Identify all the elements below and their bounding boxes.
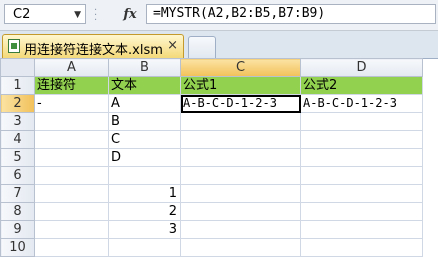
formula-bar: C2 ▼ · · · fx =MYSTR(A2,B2:B5,B7:B9) [0,0,438,31]
cell-d3[interactable] [300,112,423,131]
cell-a2[interactable]: - [34,94,109,113]
cell-a10[interactable] [34,238,109,257]
row-header[interactable]: 10 [0,238,35,257]
cell-d7[interactable] [300,184,423,203]
cell-c5[interactable] [180,148,301,167]
workbook-tab-bar: 用连接符连接文本.xlsm × [0,31,438,59]
column-header-b[interactable]: B [108,58,181,77]
new-tab-button[interactable] [188,36,216,58]
cell-b2[interactable]: A [108,94,181,113]
insert-function-button[interactable]: fx [118,5,142,25]
cell-c6[interactable] [180,166,301,185]
cell-a4[interactable] [34,130,109,149]
cell-a6[interactable] [34,166,109,185]
cell-a5[interactable] [34,148,109,167]
cell-d2[interactable]: A-B-C-D-1-2-3 [300,94,423,113]
cell-c9[interactable] [180,220,301,239]
spreadsheet-grid: A B C D 1 连接符 文本 公式1 公式2 2 - A A-B-C-D-1… [0,58,423,257]
column-header-a[interactable]: A [34,58,109,77]
row-header[interactable]: 3 [0,112,35,131]
name-box-value: C2 [13,7,31,22]
cell-a9[interactable] [34,220,109,239]
cell-d10[interactable] [300,238,423,257]
cell-b9[interactable]: 3 [108,220,181,239]
row-header[interactable]: 2 [0,94,35,113]
column-header-d[interactable]: D [300,58,423,77]
row-header[interactable]: 1 [0,76,35,95]
cell-d9[interactable] [300,220,423,239]
cell-b1[interactable]: 文本 [108,76,181,95]
row-header[interactable]: 5 [0,148,35,167]
cell-b8[interactable]: 2 [108,202,181,221]
cell-a1[interactable]: 连接符 [34,76,109,95]
name-box[interactable]: C2 ▼ [4,4,86,24]
column-header-c[interactable]: C [180,58,301,77]
cell-c3[interactable] [180,112,301,131]
cell-a7[interactable] [34,184,109,203]
excel-file-icon [8,39,20,53]
cell-b10[interactable] [108,238,181,257]
cell-d1[interactable]: 公式2 [300,76,423,95]
cell-a3[interactable] [34,112,109,131]
cell-c8[interactable] [180,202,301,221]
cell-b4[interactable]: C [108,130,181,149]
cell-b3[interactable]: B [108,112,181,131]
cell-c10[interactable] [180,238,301,257]
cell-b7[interactable]: 1 [108,184,181,203]
row-header[interactable]: 8 [0,202,35,221]
row-header[interactable]: 4 [0,130,35,149]
formula-input[interactable]: =MYSTR(A2,B2:B5,B7:B9) [146,4,436,24]
close-icon[interactable]: × [167,38,178,53]
cell-c4[interactable] [180,130,301,149]
row-header[interactable]: 7 [0,184,35,203]
cell-a8[interactable] [34,202,109,221]
workbook-tab-label: 用连接符连接文本.xlsm [24,43,163,58]
row-header[interactable]: 6 [0,166,35,185]
workbook-tab[interactable]: 用连接符连接文本.xlsm × [2,34,184,58]
cell-d4[interactable] [300,130,423,149]
cell-c1[interactable]: 公式1 [180,76,301,95]
chevron-down-icon[interactable]: ▼ [74,5,81,25]
row-header[interactable]: 9 [0,220,35,239]
cell-d8[interactable] [300,202,423,221]
cell-d6[interactable] [300,166,423,185]
grip-handle-icon[interactable]: · · · [94,6,100,26]
cell-c7[interactable] [180,184,301,203]
cell-c2[interactable]: A-B-C-D-1-2-3 [180,94,301,113]
select-all-corner[interactable] [0,58,35,77]
cell-b6[interactable] [108,166,181,185]
cell-b5[interactable]: D [108,148,181,167]
cell-d5[interactable] [300,148,423,167]
